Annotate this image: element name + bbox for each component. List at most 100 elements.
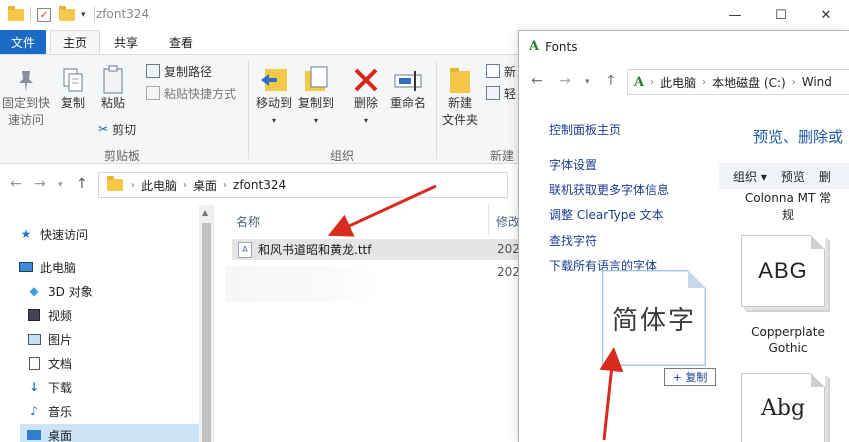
- back-arrow-icon[interactable]: ←: [531, 73, 543, 89]
- new-folder-button[interactable]: 新建 文件夹: [440, 65, 480, 129]
- properties-icon[interactable]: ✓: [37, 8, 51, 22]
- copy-button[interactable]: 复制: [56, 67, 90, 112]
- maximize-button[interactable]: ☐: [758, 0, 804, 30]
- nav-item-downloads[interactable]: ↓ 下载: [26, 376, 72, 398]
- close-button[interactable]: ✕: [803, 0, 849, 30]
- tab-home[interactable]: 主页: [50, 30, 100, 54]
- paste-shortcut-button[interactable]: 粘贴快捷方式: [146, 83, 236, 103]
- nav-item-label: 桌面: [48, 428, 73, 442]
- recent-locations-icon[interactable]: ▾: [58, 180, 63, 190]
- breadcrumb-windows[interactable]: Wind: [802, 75, 832, 89]
- font-sample: ABG: [758, 258, 808, 283]
- nav-scrollbar[interactable]: ▲: [199, 205, 214, 442]
- fonts-toolbar: 组织 ▾ 预览 删: [719, 163, 849, 189]
- link-get-more-fonts[interactable]: 联机获取更多字体信息: [549, 181, 669, 198]
- paste-button[interactable]: 粘贴: [96, 65, 130, 112]
- link-find-character[interactable]: 查找字符: [549, 232, 597, 249]
- dropdown-arrow-icon: ▾: [363, 116, 368, 125]
- file-name: 和风书道昭和黄龙.ttf: [258, 243, 372, 257]
- pin-icon: [19, 71, 33, 93]
- chevron-right-icon: ›: [791, 76, 796, 88]
- fonts-heading: 预览、删除或: [753, 128, 844, 146]
- copy-path-icon: [146, 64, 160, 78]
- breadcrumb-this-pc[interactable]: 此电脑: [141, 177, 177, 194]
- copy-icon: [63, 68, 83, 92]
- column-header-name[interactable]: 名称: [236, 213, 260, 230]
- cube-icon: ◆: [29, 284, 39, 298]
- easy-access-button[interactable]: 轻: [486, 83, 516, 103]
- link-font-settings[interactable]: 字体设置: [549, 156, 597, 173]
- chevron-right-icon: ›: [183, 179, 188, 191]
- back-arrow-icon[interactable]: ←: [10, 176, 22, 192]
- nav-item-quick-access[interactable]: ★ 快速访问: [18, 223, 88, 245]
- copy-path-button[interactable]: 复制路径: [146, 61, 212, 81]
- copy-label: 复制: [60, 96, 85, 110]
- nav-item-label: 快速访问: [40, 227, 89, 242]
- delete-button[interactable]: 删除 ▾: [348, 65, 384, 129]
- new-group-label: 新建: [490, 149, 515, 163]
- paste-shortcut-icon: [146, 86, 160, 100]
- forward-arrow-icon[interactable]: →: [34, 176, 46, 192]
- recent-locations-icon[interactable]: ▾: [585, 77, 590, 87]
- breadcrumb-this-pc[interactable]: 此电脑: [660, 74, 696, 91]
- file-list-header: 名称 修改: [226, 205, 521, 235]
- fonts-address-bar[interactable]: A › 此电脑 › 本地磁盘 (C:) › Wind: [627, 69, 849, 95]
- up-arrow-icon[interactable]: ↑: [605, 73, 617, 89]
- column-header-modified[interactable]: 修改: [496, 213, 520, 230]
- tab-view[interactable]: 查看: [158, 30, 204, 54]
- separator: [30, 7, 31, 23]
- rename-icon: [394, 71, 422, 91]
- font-a-icon: A: [634, 74, 645, 90]
- download-icon: ↓: [28, 380, 40, 394]
- new-folder-label: 新建 文件夹: [441, 96, 478, 127]
- move-to-icon: [261, 69, 287, 91]
- paste-label: 粘贴: [100, 96, 125, 110]
- nav-item-videos[interactable]: 视频: [26, 304, 72, 326]
- nav-item-label: 文档: [48, 356, 73, 371]
- minimize-button[interactable]: —: [712, 0, 758, 30]
- font-name-colonna[interactable]: Colonna MT 常 规: [733, 189, 843, 223]
- tab-file[interactable]: 文件: [0, 30, 46, 54]
- copy-to-button[interactable]: 复制到 ▾: [296, 65, 336, 129]
- file-date: 202: [497, 242, 520, 256]
- nav-item-music[interactable]: ♪ 音乐: [26, 400, 72, 422]
- font-name-copperplate[interactable]: Copperplate Gothic: [733, 324, 843, 356]
- font-tile-next[interactable]: Abg: [741, 373, 825, 442]
- table-row[interactable]: A 和风书道昭和黄龙.ttf: [232, 239, 522, 260]
- copy-path-label: 复制路径: [164, 64, 213, 79]
- new-folder-icon: [450, 68, 470, 93]
- blurred-region: [225, 266, 385, 302]
- new-item-button[interactable]: 新: [486, 61, 516, 81]
- organize-button[interactable]: 组织 ▾: [733, 168, 767, 185]
- delete-button[interactable]: 删: [819, 168, 831, 185]
- link-control-panel-home[interactable]: 控制面板主页: [549, 121, 621, 138]
- nav-item-pictures[interactable]: 图片: [26, 328, 72, 350]
- nav-item-3d-objects[interactable]: ◆ 3D 对象: [26, 280, 92, 302]
- tab-share[interactable]: 共享: [103, 30, 149, 54]
- font-tile-copperplate[interactable]: ABG: [741, 235, 825, 307]
- breadcrumb-current-folder[interactable]: zfont324: [233, 178, 286, 192]
- rename-button[interactable]: 重命名: [386, 65, 430, 112]
- nav-item-desktop[interactable]: 桌面: [20, 424, 199, 442]
- scroll-up-icon[interactable]: ▲: [202, 208, 208, 217]
- breadcrumb-local-disk[interactable]: 本地磁盘 (C:): [712, 74, 786, 91]
- cut-button[interactable]: ✂ 剪切: [98, 119, 136, 139]
- move-to-button[interactable]: 移动到 ▾: [254, 65, 294, 129]
- forward-arrow-icon[interactable]: →: [559, 73, 571, 89]
- rename-label: 重命名: [389, 96, 426, 110]
- new-folder-icon[interactable]: [59, 6, 75, 21]
- paste-shortcut-label: 粘贴快捷方式: [164, 86, 237, 101]
- nav-item-documents[interactable]: 文档: [26, 352, 72, 374]
- preview-button[interactable]: 预览: [781, 168, 805, 185]
- breadcrumb-desktop[interactable]: 桌面: [193, 177, 217, 194]
- customize-toolbar-icon[interactable]: ▾: [81, 10, 86, 20]
- address-bar[interactable]: › 此电脑 › 桌面 › zfont324: [98, 172, 508, 198]
- column-divider: [488, 205, 489, 235]
- document-icon: [26, 356, 42, 370]
- pin-quick-access-button[interactable]: 固定到快 速访问: [2, 67, 50, 129]
- scrollbar-thumb[interactable]: [202, 223, 211, 442]
- up-arrow-icon[interactable]: ↑: [76, 176, 88, 192]
- link-adjust-cleartype[interactable]: 调整 ClearType 文本: [549, 206, 664, 223]
- nav-item-this-pc[interactable]: 此电脑: [18, 256, 76, 278]
- nav-item-label: 音乐: [48, 404, 73, 419]
